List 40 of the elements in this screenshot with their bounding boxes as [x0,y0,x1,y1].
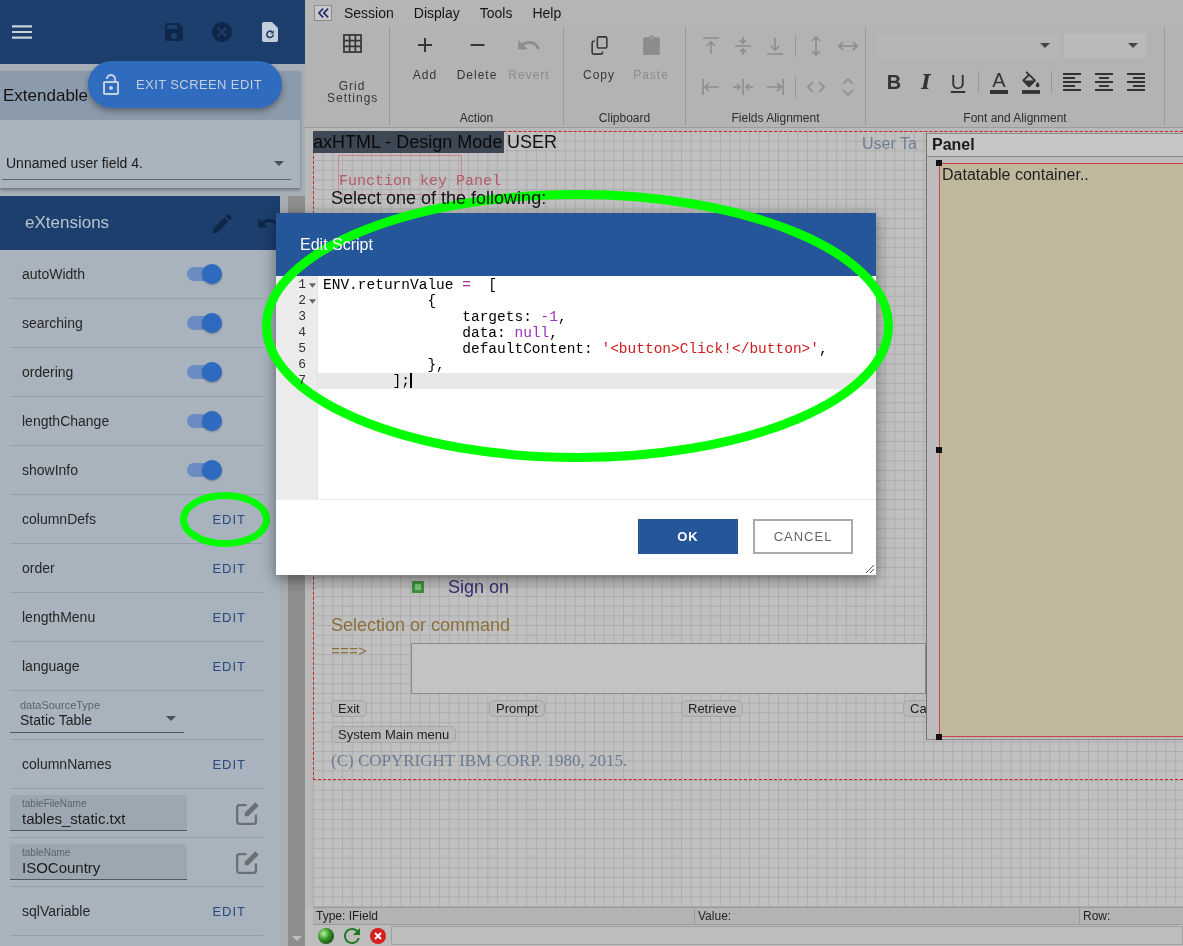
line-number: 3 [297,309,306,325]
section-title: eXtensions [25,213,110,233]
card-title: Extendable [3,85,89,106]
property-label: columnNames [22,756,112,772]
property-label: sqlVariable [22,903,91,919]
group-label: Font and Alignment [963,111,1067,125]
line-number: 6 [297,357,306,373]
code-line: data: null, [461,325,559,341]
code-line: ENV.returnValue = [ [322,277,499,293]
property-label: columnDefs [22,511,96,527]
group-label: Fields Alignment [731,111,820,125]
property-label: lengthChange [22,413,110,429]
status-cell-text: Row: [1082,908,1112,924]
status-cell: Value: [695,908,1080,924]
screen-title: USER [507,132,557,152]
property-label: order [22,560,55,576]
group-label: Clipboard [598,111,651,125]
property-label: showInfo [22,462,79,478]
property-label: searching [22,315,83,331]
line-number: 4 [297,325,306,341]
command-label: Selection or command [331,615,511,635]
property-label: lengthMenu [22,609,96,625]
property-label: language [22,658,80,674]
copyright-text: (C) COPYRIGHT IBM CORP. 1980, 2015. [331,750,628,772]
property-label: ordering [22,364,74,380]
command-prompt: ===> [331,644,367,662]
function-key-panel-label: Function key Panel [339,174,502,190]
mode-label: axHTML - Design Mode [313,131,505,153]
line-number: 2 [297,293,306,309]
status-cell: Type: IField [313,908,695,924]
line-number: 1 [297,277,306,293]
panel-title: Panel [927,134,1183,157]
code-line: { [426,293,438,309]
header-text: User Ta [862,134,917,154]
code-line: targets: -1, [461,309,568,325]
code-line: defaultContent: '<button>Click!</button>', [461,341,829,357]
group-label: Action [459,111,494,125]
line-number: 5 [297,341,306,357]
code-line: }, [426,357,446,373]
property-label: autoWidth [22,266,86,282]
